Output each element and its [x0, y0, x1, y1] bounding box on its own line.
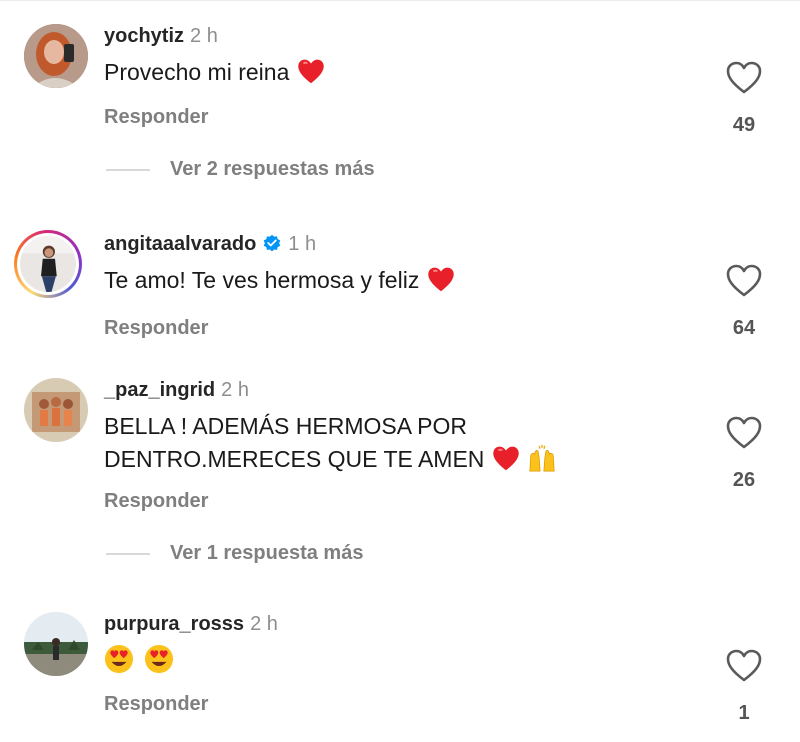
reply-button[interactable]: Responder: [104, 316, 208, 340]
like-button[interactable]: [726, 649, 762, 683]
like-button[interactable]: [726, 61, 762, 95]
reply-button[interactable]: Responder: [104, 692, 208, 716]
like-count: 64: [732, 317, 756, 339]
avatar: [20, 236, 76, 292]
comment-text: BELLA ! ADEMÁS HERMOSA POR DENTRO.MERECE…: [104, 410, 557, 476]
comment-body: Te amo! Te ves hermosa y feliz: [104, 267, 420, 293]
like-count: 1: [738, 702, 750, 724]
red-heart-emoji: [493, 446, 519, 471]
timestamp: 2 h: [221, 379, 249, 401]
view-more-replies-label: Ver 2 respuestas más: [170, 158, 375, 180]
like-button[interactable]: [726, 264, 762, 298]
heart-eyes-emoji: [145, 644, 174, 674]
thread-line: [106, 552, 150, 555]
username[interactable]: angitaaalvarado: [104, 233, 256, 255]
comment-text: Te amo! Te ves hermosa y feliz: [104, 264, 456, 297]
verified-badge-icon: [264, 234, 281, 252]
comment-text: [104, 644, 174, 677]
view-more-replies[interactable]: Ver 2 respuestas más: [106, 157, 375, 181]
heart-outline-icon: [726, 416, 762, 449]
comment-body: DENTRO.MERECES QUE TE AMEN: [104, 446, 485, 472]
comment-body-line-1: BELLA ! ADEMÁS HERMOSA POR: [104, 413, 468, 439]
avatar[interactable]: [24, 378, 88, 442]
comment-header: purpura_rosss 2 h: [104, 612, 278, 636]
comment-header: _paz_ingrid 2 h: [104, 378, 249, 402]
timestamp: 2 h: [190, 25, 218, 47]
red-heart-emoji: [427, 267, 454, 292]
view-more-replies[interactable]: Ver 1 respuesta más: [106, 541, 363, 565]
comment-header: yochytiz 2 h: [104, 24, 218, 48]
username[interactable]: _paz_ingrid: [104, 379, 215, 401]
raising-hands-emoji: [529, 444, 555, 472]
comment-body-line-2: DENTRO.MERECES QUE TE AMEN: [104, 443, 557, 476]
avatar[interactable]: [24, 24, 88, 88]
username[interactable]: yochytiz: [104, 25, 184, 47]
comment-header: angitaaalvarado 1 h: [104, 232, 316, 256]
view-more-replies-label: Ver 1 respuesta más: [170, 542, 364, 564]
like-count: 26: [732, 469, 756, 491]
heart-outline-icon: [726, 649, 762, 682]
red-heart-emoji: [298, 59, 324, 84]
avatar-story-ring[interactable]: [14, 230, 82, 298]
thread-line: [106, 168, 150, 171]
top-divider: [0, 0, 800, 1]
heart-eyes-emoji: [104, 644, 134, 674]
avatar[interactable]: [24, 612, 88, 676]
reply-button[interactable]: Responder: [104, 105, 208, 129]
like-count: 49: [732, 114, 756, 136]
reply-button[interactable]: Responder: [104, 489, 208, 513]
like-button[interactable]: [726, 416, 762, 450]
timestamp: 1 h: [288, 233, 317, 255]
heart-outline-icon: [726, 264, 762, 297]
username[interactable]: purpura_rosss: [104, 613, 244, 635]
comment-text: Provecho mi reina: [104, 56, 326, 89]
timestamp: 2 h: [250, 613, 278, 635]
comment-body: Provecho mi reina: [104, 59, 290, 85]
heart-outline-icon: [726, 61, 762, 94]
